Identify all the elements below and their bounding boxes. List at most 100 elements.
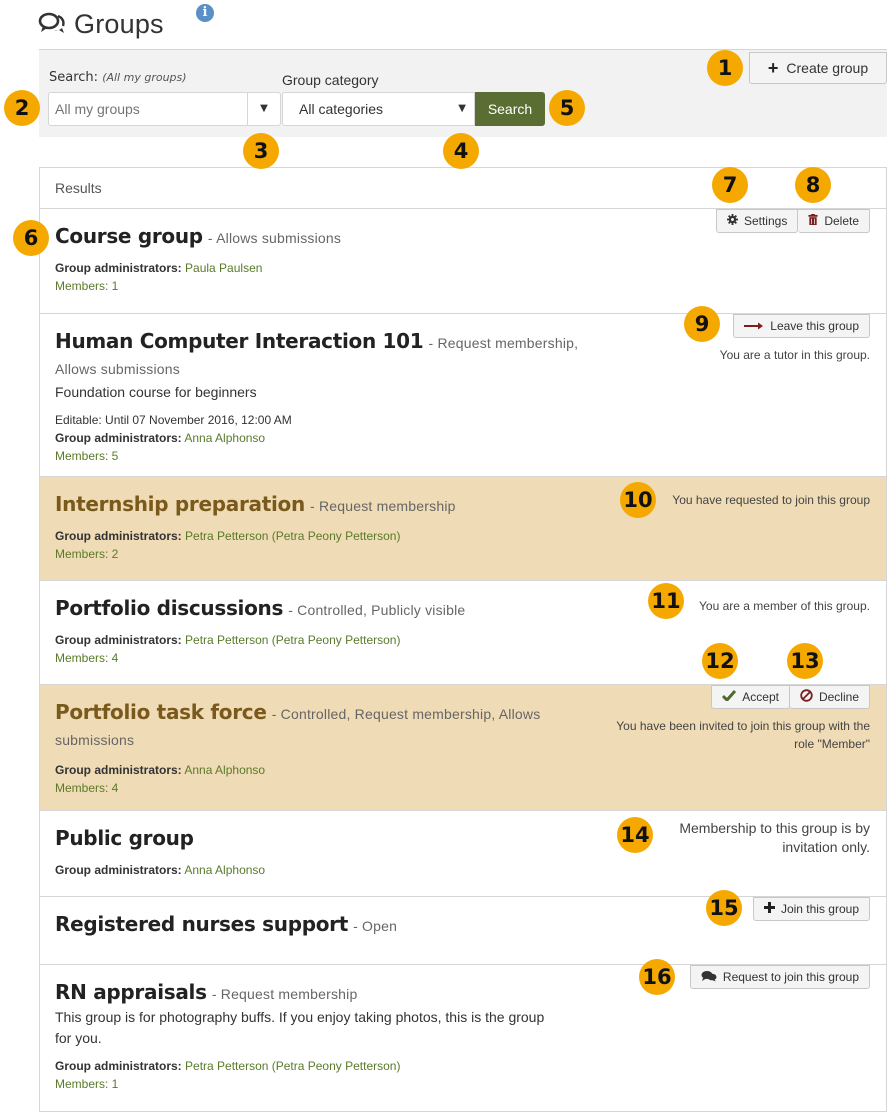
membership-status: You have been invited to join this group… [616,719,870,751]
accept-button[interactable]: Accept [711,685,790,709]
members-link[interactable]: Members: 2 [55,545,871,563]
chat-bubbles-icon [701,970,717,985]
group-headline: Public group [55,825,585,853]
create-group-button[interactable]: + Create group [749,52,887,84]
group-details: Group administrators: Petra Petterson (P… [55,527,871,563]
search-combobox[interactable]: ▼ [48,92,281,126]
info-icon[interactable]: i [196,4,214,22]
button-label: Join this group [780,902,859,916]
button-label: Request to join this group [722,970,859,984]
members-link[interactable]: Members: 5 [55,447,871,465]
category-select[interactable]: All categories ▼ [282,92,475,126]
group-admins: Group administrators: Anna Alphonso [55,861,871,879]
search-input[interactable] [49,93,249,125]
button-label: Settings [743,214,788,228]
group-details: Group administrators: Paula Paulsen Membe… [55,259,871,295]
callout-badge: 15 [706,890,742,926]
check-icon [722,690,737,704]
trash-icon [808,214,818,228]
leave-this-group-button[interactable]: Leave this group [733,314,870,338]
group-row: Portfolio task force - Controlled, Reque… [40,685,886,811]
group-description: Foundation course for beginners [55,384,257,400]
search-button[interactable]: Search [475,92,545,126]
button-label: Decline [818,690,859,704]
group-headline: Course group - Allows submissions [55,223,585,251]
join-this-group-button[interactable]: Join this group [752,897,870,921]
members-link[interactable]: Members: 4 [55,779,871,797]
members-link[interactable]: Members: 1 [55,1075,871,1093]
search-label: Search: (All my groups) [49,70,187,85]
callout-badge: 1 [707,50,743,86]
page-header: Groups [38,4,164,44]
settings-button[interactable]: Settings [715,209,799,233]
group-admins: Group administrators: Petra Petterson (P… [55,527,871,545]
group-details: Editable: Until 07 November 2016, 12:00 … [55,411,871,465]
group-admins: Group administrators: Petra Petterson (P… [55,1057,871,1075]
members-link[interactable]: Members: 4 [55,649,871,667]
group-name-link[interactable]: Human Computer Interaction 101 [55,329,424,353]
group-headline: Internship preparation - Request members… [55,491,585,519]
chat-bubbles-icon [38,12,65,33]
group-name-link[interactable]: Portfolio task force [55,700,267,724]
admins-label: Group administrators: [55,261,182,275]
request-to-join-this-group-button[interactable]: Request to join this group [689,965,870,989]
button-group: Leave this group [733,314,870,338]
admin-link[interactable]: Petra Petterson (Petra Peony Petterson) [185,1059,400,1073]
admin-link[interactable]: Paula Paulsen [185,261,262,275]
group-headline: Human Computer Interaction 101 - Request… [55,328,585,382]
search-hint: (All my groups) [102,71,187,84]
decline-button[interactable]: Decline [789,685,870,709]
group-type: - Allows submissions [207,230,342,246]
category-value: All categories [299,101,384,117]
create-group-label: Create group [786,60,869,76]
search-filter-dropdown[interactable]: ▼ [247,93,280,125]
members-link[interactable]: Members: 1 [55,277,871,295]
admin-link[interactable]: Anna Alphonso [184,763,265,777]
group-name-link[interactable]: Registered nurses support [55,912,348,936]
admin-link[interactable]: Anna Alphonso [184,863,265,877]
callout-badge: 2 [4,90,40,126]
callout-badge: 9 [684,306,720,342]
admin-link[interactable]: Petra Petterson (Petra Peony Petterson) [185,529,400,543]
membership-status: Membership to this group is by invitatio… [679,820,870,855]
group-admins: Group administrators: Anna Alphonso [55,429,871,447]
group-details: Group administrators: Petra Petterson (P… [55,1057,871,1093]
group-details: Group administrators: Petra Petterson (P… [55,631,871,667]
filter-bar: Search: (All my groups) ▼ Group category… [39,49,887,137]
group-row: Public group Group administrators: Anna … [40,811,886,897]
callout-badge: 12 [702,643,738,679]
group-admins: Group administrators: Paula Paulsen [55,259,871,277]
group-headline: Portfolio task force - Controlled, Reque… [55,699,585,753]
caret-down-icon: ▼ [458,103,466,114]
button-label: Accept [742,690,779,704]
group-details: Group administrators: Anna Alphonso Membe… [55,761,871,797]
callout-badge: 10 [620,482,656,518]
group-name-link[interactable]: Portfolio discussions [55,596,283,620]
group-actions: You have requested to join this group [672,491,870,509]
group-actions: Request to join this group [689,965,870,989]
group-name-link[interactable]: Internship preparation [55,492,305,516]
group-details: Group administrators: Anna Alphonso [55,861,871,879]
group-row: Registered nurses support - Open Join thi… [40,897,886,965]
group-name-link[interactable]: Public group [55,826,194,850]
group-name-link[interactable]: Course group [55,224,203,248]
callout-badge: 5 [549,90,585,126]
callout-badge: 16 [639,959,675,995]
results-panel: Results Course group - Allows submission… [39,167,887,1112]
button-label: Leave this group [770,319,859,333]
group-actions: Leave this group You are a tutor in this … [720,314,870,364]
callout-badge: 4 [443,133,479,169]
callout-badge: 14 [617,817,653,853]
button-group: Join this group [752,897,870,921]
group-type: - Request membership [211,986,358,1002]
group-name-link[interactable]: RN appraisals [55,980,207,1004]
admin-link[interactable]: Petra Petterson (Petra Peony Petterson) [185,633,400,647]
editable-until: Editable: Until 07 November 2016, 12:00 … [55,413,292,427]
arrow-right-icon [744,319,764,333]
group-actions: Settings Delete [715,209,870,233]
admins-label: Group administrators: [55,1059,182,1073]
membership-status: You are a member of this group. [699,599,870,613]
delete-button[interactable]: Delete [798,209,870,233]
admin-link[interactable]: Anna Alphonso [184,431,265,445]
group-description: This group is for photography buffs. If … [55,1009,545,1046]
